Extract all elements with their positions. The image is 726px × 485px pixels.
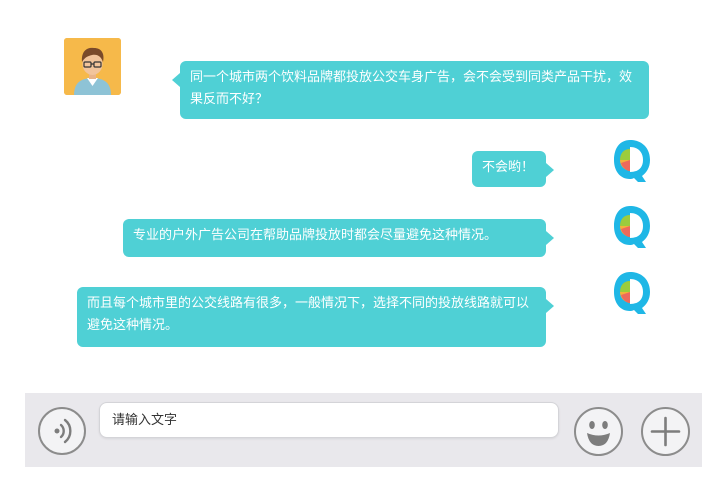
message-input[interactable] [99, 402, 559, 438]
user-avatar-icon [64, 38, 121, 95]
message-text: 不会哟！ [482, 160, 535, 175]
bot-logo-icon [614, 206, 650, 248]
message-text: 同一个城市两个饮料品牌都投放公交车身广告，会不会受到同类产品干扰，效果反而不好？ [190, 70, 633, 107]
bot-logo-icon [614, 272, 650, 314]
composer-bar [25, 393, 702, 467]
emoji-button[interactable] [574, 407, 623, 456]
bot-avatar[interactable] [612, 268, 652, 318]
message-bot-1: 不会哟！ [472, 151, 554, 187]
voice-button[interactable] [38, 407, 86, 455]
bot-logo-icon [614, 140, 650, 182]
chat-area: 同一个城市两个饮料品牌都投放公交车身广告，会不会受到同类产品干扰，效果反而不好？… [0, 0, 726, 390]
message-bot-3: 而且每个城市里的公交线路有很多，一般情况下，选择不同的投放线路就可以避免这种情况… [77, 287, 554, 347]
voice-icon [54, 418, 72, 444]
message-text: 而且每个城市里的公交线路有很多，一般情况下，选择不同的投放线路就可以避免这种情况… [87, 296, 530, 333]
smiley-icon [587, 421, 610, 446]
message-user-1: 同一个城市两个饮料品牌都投放公交车身广告，会不会受到同类产品干扰，效果反而不好？ [172, 61, 649, 119]
add-button[interactable] [641, 407, 690, 456]
message-text: 专业的户外广告公司在帮助品牌投放时都会尽量避免这种情况。 [133, 228, 498, 243]
bot-avatar[interactable] [612, 136, 652, 186]
user-avatar[interactable] [64, 38, 121, 95]
bot-avatar[interactable] [612, 202, 652, 252]
plus-icon [650, 416, 681, 447]
message-bot-2: 专业的户外广告公司在帮助品牌投放时都会尽量避免这种情况。 [123, 219, 554, 257]
